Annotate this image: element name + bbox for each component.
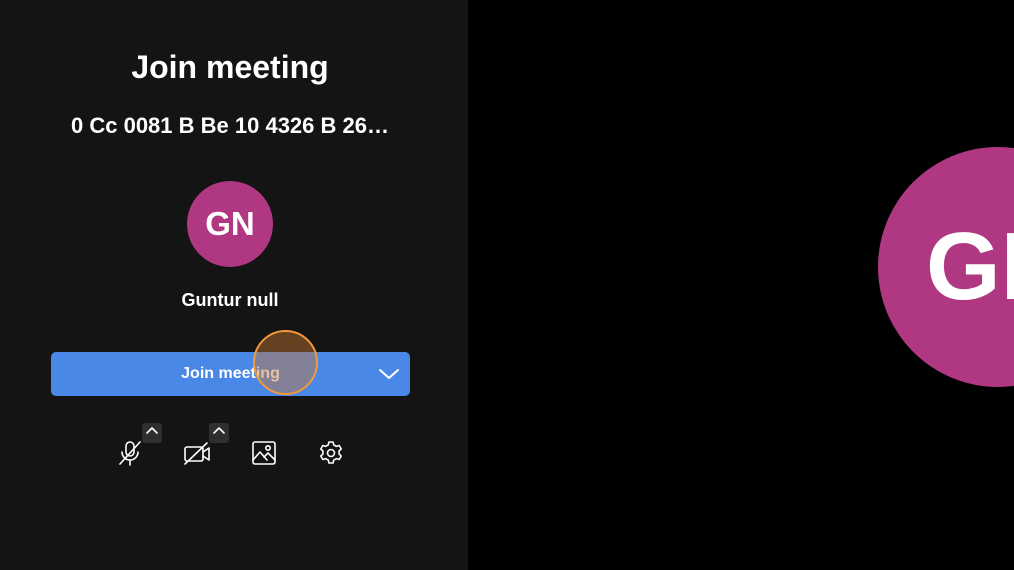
camera-options-button[interactable]: [209, 423, 229, 443]
meeting-id: 0 Cc 0081 B Be 10 4326 B 26…: [71, 113, 389, 138]
camera-toggle-button[interactable]: [181, 439, 213, 471]
microphone-toggle-button[interactable]: [114, 439, 146, 471]
preview-avatar: GN: [878, 147, 1014, 387]
page-title: Join meeting: [131, 49, 329, 85]
chevron-up-icon: [212, 424, 226, 443]
microphone-options-button[interactable]: [142, 423, 162, 443]
settings-button[interactable]: [315, 439, 347, 471]
video-preview: GN: [468, 0, 1014, 570]
user-name: Guntur null: [181, 290, 279, 310]
preview-avatar-initials: GN: [926, 213, 1014, 320]
camera-off-icon: [182, 439, 212, 472]
join-meeting-button[interactable]: Join meeting: [51, 352, 410, 396]
microphone-off-icon: [116, 439, 144, 472]
chevron-up-icon: [145, 424, 159, 443]
chevron-down-icon[interactable]: [378, 363, 400, 385]
join-panel: Join meeting 0 Cc 0081 B Be 10 4326 B 26…: [0, 0, 468, 570]
join-meeting-button-label: Join meeting: [181, 365, 280, 382]
background-effects-button[interactable]: [248, 439, 280, 471]
avatar-initials: GN: [205, 205, 255, 242]
background-image-icon: [250, 439, 278, 472]
avatar: GN: [187, 181, 273, 267]
gear-icon: [317, 439, 345, 472]
